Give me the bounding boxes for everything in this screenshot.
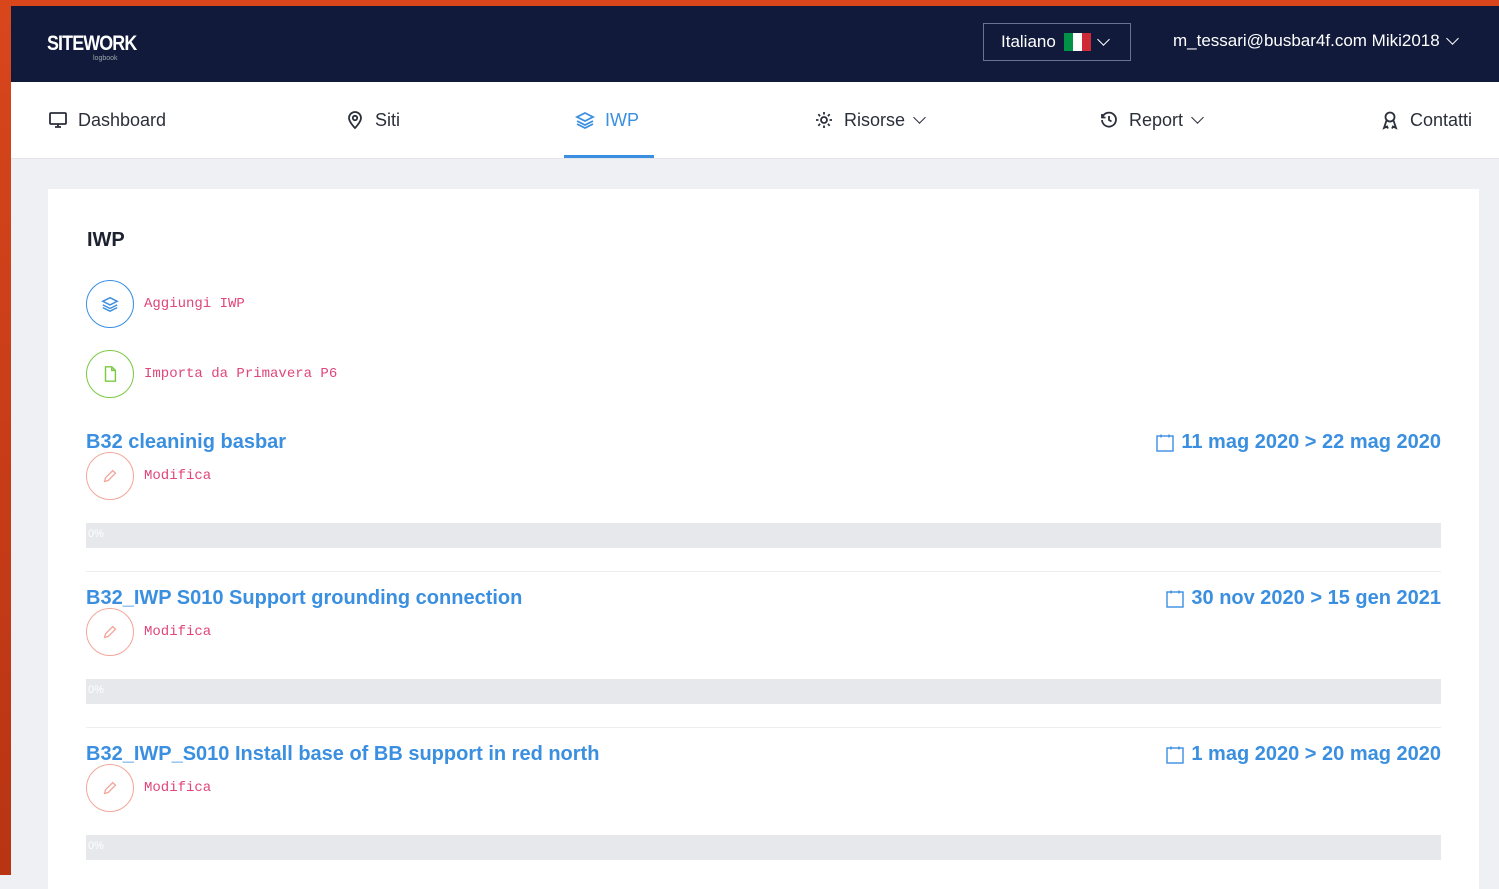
edit-circle[interactable] — [86, 452, 134, 500]
language-selector[interactable]: Italiano — [983, 23, 1131, 61]
pencil-icon — [103, 781, 117, 795]
iwp-card: IWP Aggiungi IWP Importa da Primavera P6… — [48, 189, 1479, 889]
monitor-icon — [49, 112, 67, 128]
edit-circle[interactable] — [86, 608, 134, 656]
iwp-name-link[interactable]: B32 cleaninig basbar — [86, 431, 286, 454]
contacts-icon — [1382, 111, 1398, 130]
chevron-down-icon — [1096, 33, 1110, 46]
progress-bar: 0% — [86, 523, 1441, 548]
edit-circle[interactable] — [86, 764, 134, 812]
nav-dashboard-label: Dashboard — [78, 109, 167, 130]
progress-text: 0% — [88, 684, 104, 696]
edit-label[interactable]: Modifica — [144, 780, 211, 796]
top-bar: SITEWORK logbook Italiano m_tessari@busb… — [11, 6, 1499, 82]
edit-button[interactable]: Modifica — [86, 764, 211, 812]
progress-text: 0% — [88, 528, 104, 540]
pencil-icon — [103, 625, 117, 639]
iwp-date-text: 1 mag 2020 > 20 mag 2020 — [1191, 743, 1441, 765]
user-label: m_tessari@busbar4f.com Miki2018 — [1173, 31, 1440, 50]
calendar-icon — [1166, 590, 1185, 608]
nav-report[interactable]: Report — [1099, 82, 1204, 158]
iwp-date-range: 11 mag 2020 > 22 mag 2020 — [1155, 431, 1441, 454]
edit-label[interactable]: Modifica — [144, 468, 211, 484]
chevron-down-icon — [1191, 111, 1204, 124]
nav-risorse-label: Risorse — [844, 109, 906, 130]
row-divider — [86, 571, 1441, 572]
edit-button[interactable]: Modifica — [86, 608, 211, 656]
edit-button[interactable]: Modifica — [86, 452, 211, 500]
iwp-date-text: 11 mag 2020 > 22 mag 2020 — [1181, 431, 1441, 453]
add-iwp-button[interactable]: Aggiungi IWP — [86, 280, 245, 328]
language-label: Italiano — [1001, 32, 1056, 51]
nav-contatti-label: Contatti — [1410, 109, 1473, 130]
row-divider — [86, 727, 1441, 728]
progress-text: 0% — [88, 840, 104, 852]
window-frame-left — [0, 0, 11, 875]
history-icon — [1101, 111, 1117, 128]
layers-icon — [101, 296, 119, 313]
nav-iwp[interactable]: IWP — [575, 82, 639, 158]
iwp-date-text: 30 nov 2020 > 15 gen 2021 — [1191, 587, 1441, 609]
add-iwp-circle[interactable] — [86, 280, 134, 328]
user-menu[interactable]: m_tessari@busbar4f.com Miki2018 — [1173, 31, 1459, 51]
iwp-date-range: 1 mag 2020 > 20 mag 2020 — [1165, 743, 1441, 766]
iwp-date-range: 30 nov 2020 > 15 gen 2021 — [1165, 587, 1441, 610]
page-title: IWP — [87, 229, 125, 251]
nav-risorse[interactable]: Risorse — [814, 82, 926, 158]
import-p6-button[interactable]: Importa da Primavera P6 — [86, 350, 337, 398]
import-p6-label[interactable]: Importa da Primavera P6 — [144, 366, 337, 382]
progress-bar: 0% — [86, 835, 1441, 860]
iwp-name-link[interactable]: B32_IWP S010 Support grounding connectio… — [86, 587, 522, 610]
map-pin-icon — [348, 111, 362, 130]
nav-contatti[interactable]: Contatti — [1380, 82, 1472, 158]
iwp-name-link[interactable]: B32_IWP_S010 Install base of BB support … — [86, 743, 599, 766]
progress-bar: 0% — [86, 679, 1441, 704]
chevron-down-icon — [1445, 32, 1459, 45]
import-p6-circle[interactable] — [86, 350, 134, 398]
edit-label[interactable]: Modifica — [144, 624, 211, 640]
chevron-down-icon — [913, 111, 926, 124]
add-iwp-label[interactable]: Aggiungi IWP — [144, 296, 245, 312]
gear-icon — [816, 112, 832, 128]
nav-siti-label: Siti — [375, 109, 401, 130]
nav-iwp-label: IWP — [605, 109, 639, 130]
calendar-icon — [1166, 746, 1185, 764]
nav-report-label: Report — [1129, 109, 1184, 130]
logo[interactable]: SITEWORK — [47, 32, 137, 56]
calendar-icon — [1156, 434, 1175, 452]
logo-subtitle: logbook — [93, 55, 118, 62]
layers-icon — [575, 111, 595, 130]
pencil-icon — [103, 469, 117, 483]
nav-siti[interactable]: Siti — [345, 82, 400, 158]
nav-dashboard[interactable]: Dashboard — [48, 82, 166, 158]
nav-active-indicator — [564, 155, 654, 158]
italy-flag-icon — [1063, 33, 1091, 51]
file-icon — [104, 366, 117, 382]
main-nav: Dashboard Siti IWP Risorse Report Contat… — [11, 82, 1499, 159]
